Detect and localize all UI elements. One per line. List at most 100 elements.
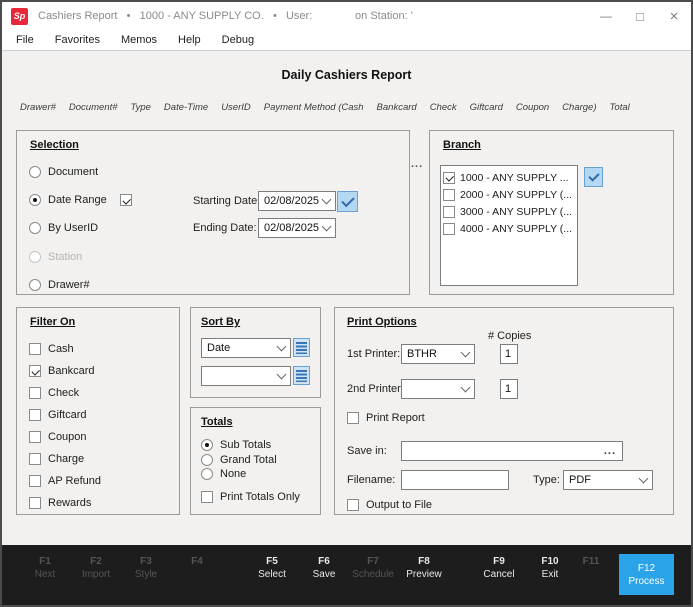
filter-option-ap-refund[interactable]: AP Refund <box>29 474 101 488</box>
filter-option-charge[interactable]: Charge <box>29 452 84 466</box>
report-column-drawer: Drawer# <box>20 102 56 113</box>
filter-option-check[interactable]: Check <box>29 386 79 400</box>
maximize-icon[interactable]: □ <box>623 2 657 30</box>
output-to-file-checkbox[interactable] <box>347 499 359 511</box>
starting-date-select[interactable]: 02/08/2025 <box>258 191 336 211</box>
report-column-coupon: Coupon <box>516 102 549 113</box>
totals-group: Totals Sub TotalsGrand TotalNone Print T… <box>190 407 321 515</box>
apply-date-button[interactable] <box>337 191 358 212</box>
selection-option-drawer[interactable]: Drawer# <box>29 278 90 292</box>
sort-by-group: Sort By Date <box>190 307 321 398</box>
totals-option-none[interactable]: None <box>201 467 246 481</box>
menu-item-favorites[interactable]: Favorites <box>55 34 100 46</box>
fkey-label: Next <box>35 568 56 581</box>
menu-bar: File Favorites Memos Help Debug <box>2 30 691 51</box>
radio-grand-total[interactable] <box>201 454 213 466</box>
sort-secondary-list-button[interactable] <box>293 366 310 385</box>
browse-button[interactable]: ... <box>604 445 616 457</box>
selection-option-by-userid[interactable]: By UserID <box>29 221 98 235</box>
menu-item-file[interactable]: File <box>16 34 34 46</box>
print-totals-only-option[interactable]: Print Totals Only <box>201 490 300 504</box>
filter-checkbox-bankcard[interactable] <box>29 365 41 377</box>
filter-option-bankcard[interactable]: Bankcard <box>29 364 94 378</box>
radio-none[interactable] <box>201 468 213 480</box>
printer2-copies-input[interactable]: 1 <box>500 379 518 399</box>
chevron-down-icon <box>277 369 287 379</box>
branch-checkbox-4000[interactable] <box>443 223 455 235</box>
filter-option-label: Charge <box>48 453 84 465</box>
branch-list[interactable]: 1000 - ANY SUPPLY ...2000 - ANY SUPPLY (… <box>440 165 578 286</box>
sort-primary-list-button[interactable] <box>293 338 310 357</box>
branch-item-1000[interactable]: 1000 - ANY SUPPLY ... <box>443 169 575 186</box>
branch-checkbox-3000[interactable] <box>443 206 455 218</box>
save-in-input[interactable]: ... <box>401 441 623 461</box>
branch-item-2000[interactable]: 2000 - ANY SUPPLY (... <box>443 186 575 203</box>
fkey-f12-process[interactable]: F12Process <box>619 554 674 595</box>
radio-date-range[interactable] <box>29 194 41 206</box>
report-column-document: Document# <box>69 102 118 113</box>
print-totals-only-checkbox[interactable] <box>201 491 213 503</box>
print-report-checkbox[interactable] <box>347 412 359 424</box>
printer1-copies-input[interactable]: 1 <box>500 344 518 364</box>
filter-option-rewards[interactable]: Rewards <box>29 496 91 510</box>
sort-secondary-select[interactable] <box>201 366 291 386</box>
filter-checkbox-coupon[interactable] <box>29 431 41 443</box>
menu-item-debug[interactable]: Debug <box>222 34 254 46</box>
selection-option-date-range[interactable]: Date Range <box>29 193 107 207</box>
filter-checkbox-check[interactable] <box>29 387 41 399</box>
branch-checkbox-2000[interactable] <box>443 189 455 201</box>
branch-select-all-button[interactable] <box>584 167 603 187</box>
filter-checkbox-rewards[interactable] <box>29 497 41 509</box>
output-to-file-option[interactable]: Output to File <box>347 498 432 512</box>
menu-item-help[interactable]: Help <box>178 34 201 46</box>
fkey-f5-select[interactable]: F5Select <box>258 555 286 581</box>
branch-checkbox-1000[interactable] <box>443 172 455 184</box>
filter-option-cash[interactable]: Cash <box>29 342 74 356</box>
filter-option-coupon[interactable]: Coupon <box>29 430 87 444</box>
type-select[interactable]: PDF <box>563 470 653 490</box>
printer1-select[interactable]: BTHR <box>401 344 475 364</box>
printer1-value: BTHR <box>407 348 437 360</box>
fkey-f8-preview[interactable]: F8Preview <box>406 555 442 581</box>
filename-input[interactable] <box>401 470 509 490</box>
fkey-f9-cancel[interactable]: F9Cancel <box>483 555 514 581</box>
minimize-icon[interactable]: — <box>589 2 623 30</box>
print-report-option[interactable]: Print Report <box>347 411 425 425</box>
filter-checkbox-charge[interactable] <box>29 453 41 465</box>
radio-drawer[interactable] <box>29 279 41 291</box>
selection-option-label: Document <box>48 166 98 178</box>
radio-document[interactable] <box>29 166 41 178</box>
chevron-down-icon <box>277 341 287 351</box>
radio-by-userid[interactable] <box>29 222 41 234</box>
totals-option-grand-total[interactable]: Grand Total <box>201 453 277 467</box>
sort-primary-select[interactable]: Date <box>201 338 291 358</box>
fkey-f7-schedule: F7Schedule <box>352 555 394 581</box>
totals-option-sub-totals[interactable]: Sub Totals <box>201 438 271 452</box>
selection-option-station[interactable]: Station <box>29 250 82 264</box>
radio-sub-totals[interactable] <box>201 439 213 451</box>
filter-checkbox-ap-refund[interactable] <box>29 475 41 487</box>
branch-item-3000[interactable]: 3000 - ANY SUPPLY (... <box>443 203 575 220</box>
filter-checkbox-giftcard[interactable] <box>29 409 41 421</box>
selection-option-document[interactable]: Document <box>29 165 98 179</box>
report-column-userid: UserID <box>221 102 251 113</box>
fkey-number: F11 <box>583 555 600 568</box>
selection-option-label: By UserID <box>48 222 98 234</box>
filter-option-label: Cash <box>48 343 74 355</box>
ending-date-select[interactable]: 02/08/2025 <box>258 218 336 238</box>
printer2-select[interactable] <box>401 379 475 399</box>
menu-item-memos[interactable]: Memos <box>121 34 157 46</box>
date-range-checkbox[interactable] <box>120 194 132 206</box>
radio-station[interactable] <box>29 251 41 263</box>
branch-item-4000[interactable]: 4000 - ANY SUPPLY (... <box>443 220 575 237</box>
fkey-label: Select <box>258 568 286 581</box>
printer2-label: 2nd Printer: <box>347 383 404 395</box>
filter-checkbox-cash[interactable] <box>29 343 41 355</box>
fkey-f6-save[interactable]: F6Save <box>313 555 336 581</box>
close-icon[interactable]: × <box>657 2 691 30</box>
branch-item-label: 3000 - ANY SUPPLY (... <box>460 206 572 218</box>
fkey-f10-exit[interactable]: F10Exit <box>541 555 558 581</box>
report-column-date-time: Date-Time <box>164 102 208 113</box>
filter-option-giftcard[interactable]: Giftcard <box>29 408 87 422</box>
fkey-number: F9 <box>483 555 514 568</box>
